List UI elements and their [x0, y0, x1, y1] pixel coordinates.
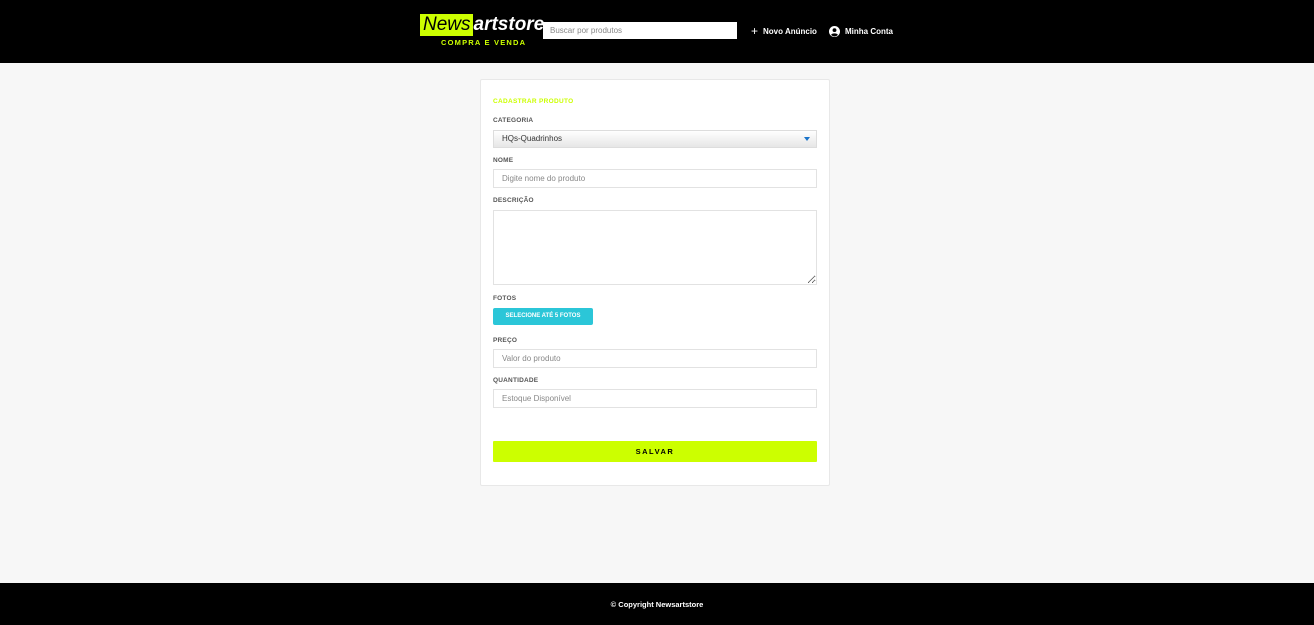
my-account-link[interactable]: Minha Conta [829, 24, 893, 38]
name-field[interactable] [493, 169, 817, 188]
logo-tagline: COMPRA E VENDA [441, 38, 527, 47]
footer: © Copyright Newsartstore [0, 583, 1314, 625]
logo-rest-text: artstore [473, 14, 545, 35]
search-input[interactable] [543, 22, 737, 39]
price-field[interactable] [493, 349, 817, 368]
top-header: News artstore COMPRA E VENDA + Novo Anún… [0, 0, 1314, 63]
new-ad-link[interactable]: + Novo Anúncio [751, 24, 817, 38]
category-selected-value: HQs-Quadrinhos [502, 134, 563, 143]
quantity-label: QUANTIDADE [493, 377, 539, 384]
chevron-down-icon [804, 137, 810, 141]
new-ad-label: Novo Anúncio [763, 26, 817, 36]
photos-label: FOTOS [493, 295, 517, 302]
logo-news-text: News [420, 14, 473, 36]
product-form-card: CADASTRAR PRODUTO CATEGORIA HQs-Quadrinh… [480, 79, 830, 486]
form-title: CADASTRAR PRODUTO [493, 98, 574, 105]
logo[interactable]: News artstore COMPRA E VENDA [420, 14, 544, 48]
category-label: CATEGORIA [493, 117, 534, 124]
copyright-text: © Copyright Newsartstore [610, 600, 704, 609]
price-label: PREÇO [493, 337, 518, 344]
my-account-label: Minha Conta [845, 26, 893, 36]
user-circle-icon [829, 25, 840, 37]
select-photos-button[interactable]: SELECIONE ATÉ 5 FOTOS [493, 308, 593, 325]
plus-icon: + [751, 24, 759, 38]
name-label: NOME [493, 157, 514, 164]
quantity-field[interactable] [493, 389, 817, 408]
save-button[interactable]: SALVAR [493, 441, 817, 462]
description-field[interactable] [493, 210, 817, 285]
logo-wordmark: News artstore [420, 14, 544, 36]
category-select[interactable]: HQs-Quadrinhos [493, 130, 817, 148]
description-label: DESCRIÇÃO [493, 197, 534, 204]
